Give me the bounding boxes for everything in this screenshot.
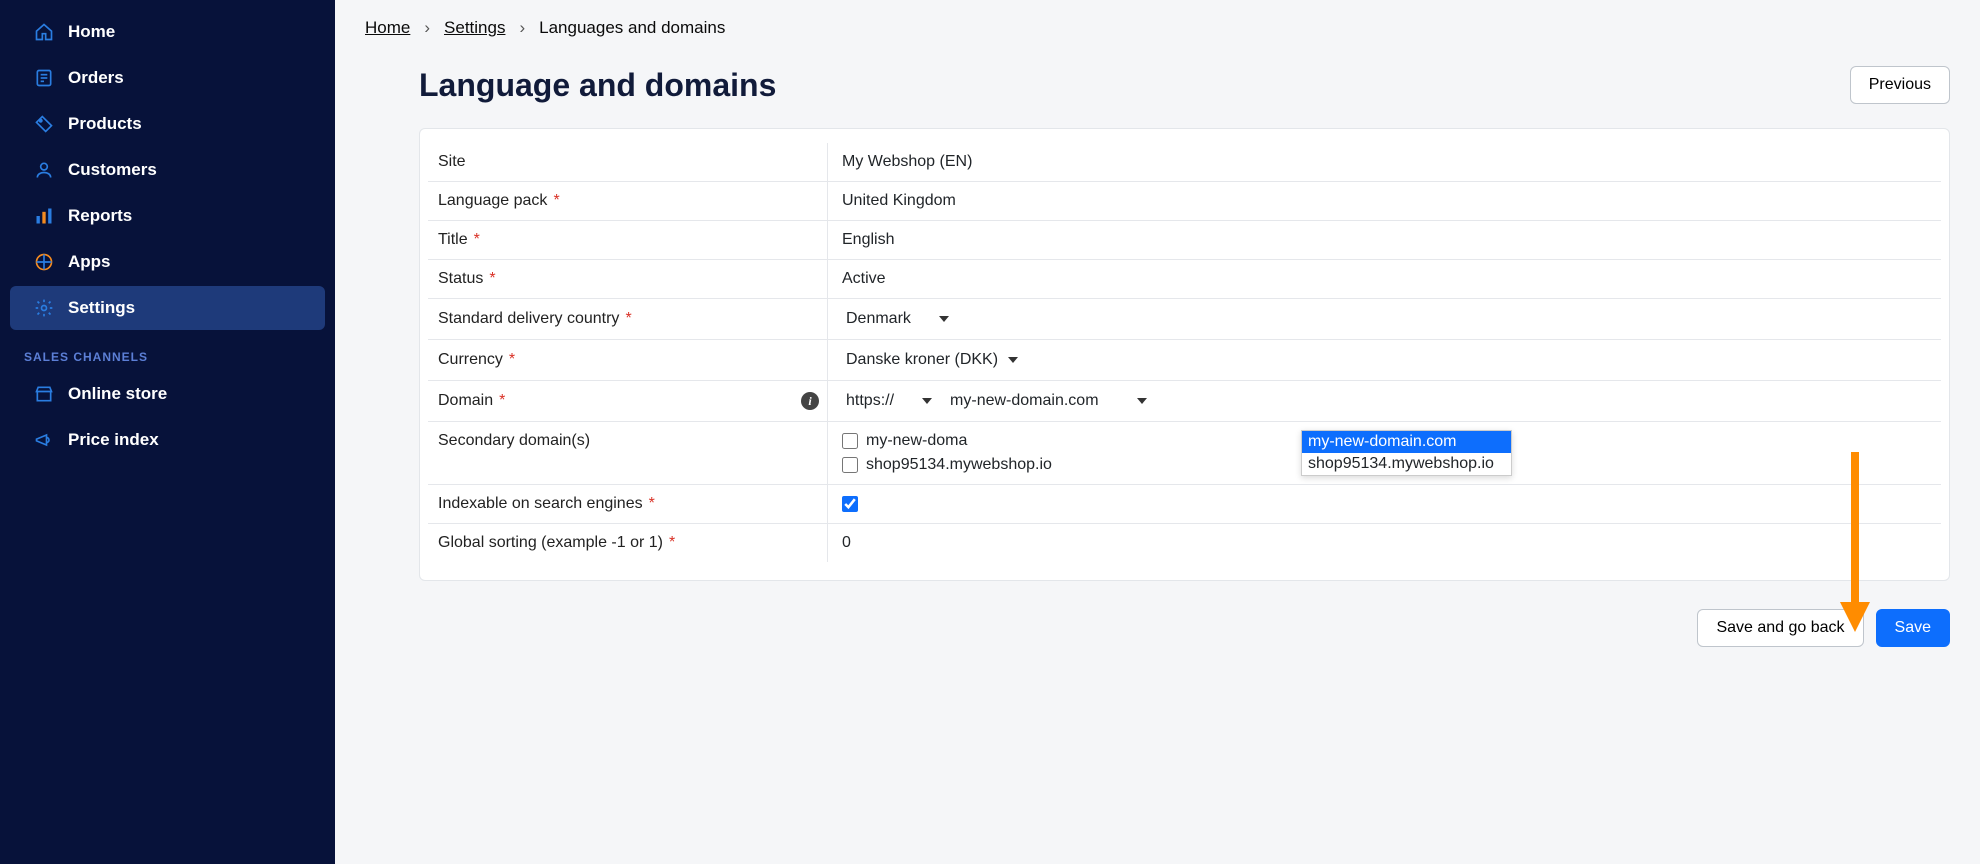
field-value-status: Active — [842, 270, 886, 288]
chevron-down-icon — [922, 398, 932, 404]
dropdown-option[interactable]: shop95134.mywebshop.io — [1302, 453, 1511, 475]
required-marker: * — [649, 495, 655, 513]
sidebar-item-home[interactable]: Home — [10, 10, 325, 54]
breadcrumb-home[interactable]: Home — [365, 18, 410, 38]
required-marker: * — [509, 351, 515, 369]
chevron-down-icon — [939, 316, 949, 322]
gear-icon — [34, 298, 54, 318]
info-icon[interactable]: i — [801, 392, 819, 410]
sidebar-item-customers[interactable]: Customers — [10, 148, 325, 192]
sidebar-item-label: Orders — [68, 68, 124, 88]
save-and-go-back-button[interactable]: Save and go back — [1697, 609, 1863, 647]
required-marker: * — [489, 270, 495, 288]
page-title: Language and domains — [419, 67, 776, 104]
sidebar-item-label: Products — [68, 114, 142, 134]
secondary-domain-label-1: my-new-doma — [866, 432, 967, 450]
main-content: Home › Settings › Languages and domains … — [335, 0, 1980, 864]
sidebar-item-settings[interactable]: Settings — [10, 286, 325, 330]
sidebar-item-orders[interactable]: Orders — [10, 56, 325, 100]
chart-icon — [34, 206, 54, 226]
delivery-country-select[interactable]: Denmark — [842, 309, 953, 329]
field-label-indexable: Indexable on search engines — [438, 495, 643, 513]
field-label-secondary: Secondary domain(s) — [438, 432, 590, 450]
field-value-site: My Webshop (EN) — [842, 153, 972, 171]
orders-icon — [34, 68, 54, 88]
breadcrumb-settings[interactable]: Settings — [444, 18, 505, 38]
select-value: Denmark — [846, 310, 911, 328]
sidebar-item-label: Reports — [68, 206, 132, 226]
field-label-currency: Currency — [438, 351, 503, 369]
select-value: Danske kroner (DKK) — [846, 351, 998, 369]
field-label-site: Site — [438, 153, 466, 171]
secondary-domain-option-2[interactable]: shop95134.mywebshop.io — [842, 456, 1052, 474]
dropdown-option-selected[interactable]: my-new-domain.com — [1302, 431, 1511, 453]
breadcrumb-current: Languages and domains — [539, 18, 725, 38]
field-value-title: English — [842, 231, 894, 249]
sidebar-item-label: Customers — [68, 160, 157, 180]
save-button[interactable]: Save — [1876, 609, 1950, 647]
required-marker: * — [499, 392, 505, 410]
domain-dropdown-open: my-new-domain.com shop95134.mywebshop.io — [1301, 430, 1512, 476]
sidebar-item-online-store[interactable]: Online store — [10, 372, 325, 416]
field-label-sorting: Global sorting (example -1 or 1) — [438, 534, 663, 552]
indexable-checkbox[interactable] — [842, 496, 858, 512]
secondary-domain-checkbox-1[interactable] — [842, 433, 858, 449]
home-icon — [34, 22, 54, 42]
breadcrumb: Home › Settings › Languages and domains — [365, 18, 1950, 38]
sidebar-section-label: SALES CHANNELS — [0, 332, 335, 370]
field-label-delivery-country: Standard delivery country — [438, 310, 619, 328]
secondary-domain-label-2: shop95134.mywebshop.io — [866, 456, 1052, 474]
chevron-right-icon: › — [519, 18, 525, 38]
sidebar-item-reports[interactable]: Reports — [10, 194, 325, 238]
chevron-right-icon: › — [424, 18, 430, 38]
field-value-language-pack: United Kingdom — [842, 192, 956, 210]
megaphone-icon — [34, 430, 54, 450]
field-label-title: Title — [438, 231, 468, 249]
footer-buttons: Save and go back Save — [365, 581, 1950, 647]
required-marker: * — [625, 310, 631, 328]
chevron-down-icon — [1008, 357, 1018, 363]
field-value-sorting: 0 — [842, 534, 851, 552]
sidebar-item-label: Online store — [68, 384, 167, 404]
apps-icon — [34, 252, 54, 272]
field-label-domain: Domain — [438, 392, 493, 410]
sidebar-item-products[interactable]: Products — [10, 102, 325, 146]
sidebar: Home Orders Products Customers Reports A… — [0, 0, 335, 864]
required-marker: * — [669, 534, 675, 552]
select-value: my-new-domain.com — [950, 392, 1098, 410]
sidebar-item-label: Settings — [68, 298, 135, 318]
select-value: https:// — [846, 392, 894, 410]
currency-select[interactable]: Danske kroner (DKK) — [842, 350, 1022, 370]
previous-button[interactable]: Previous — [1850, 66, 1950, 104]
field-label-status: Status — [438, 270, 483, 288]
sidebar-item-label: Home — [68, 22, 115, 42]
user-icon — [34, 160, 54, 180]
store-icon — [34, 384, 54, 404]
sidebar-item-price-index[interactable]: Price index — [10, 418, 325, 462]
required-marker: * — [553, 192, 559, 210]
protocol-select[interactable]: https:// — [842, 391, 936, 411]
domain-select[interactable]: my-new-domain.com — [946, 391, 1150, 411]
chevron-down-icon — [1137, 398, 1147, 404]
sidebar-item-label: Apps — [68, 252, 111, 272]
field-label-language-pack: Language pack — [438, 192, 547, 210]
settings-card: Site My Webshop (EN) Language pack * Unit… — [419, 128, 1950, 581]
secondary-domain-checkbox-2[interactable] — [842, 457, 858, 473]
secondary-domain-option-1[interactable]: my-new-doma — [842, 432, 967, 450]
required-marker: * — [474, 231, 480, 249]
tag-icon — [34, 114, 54, 134]
sidebar-item-apps[interactable]: Apps — [10, 240, 325, 284]
sidebar-item-label: Price index — [68, 430, 159, 450]
